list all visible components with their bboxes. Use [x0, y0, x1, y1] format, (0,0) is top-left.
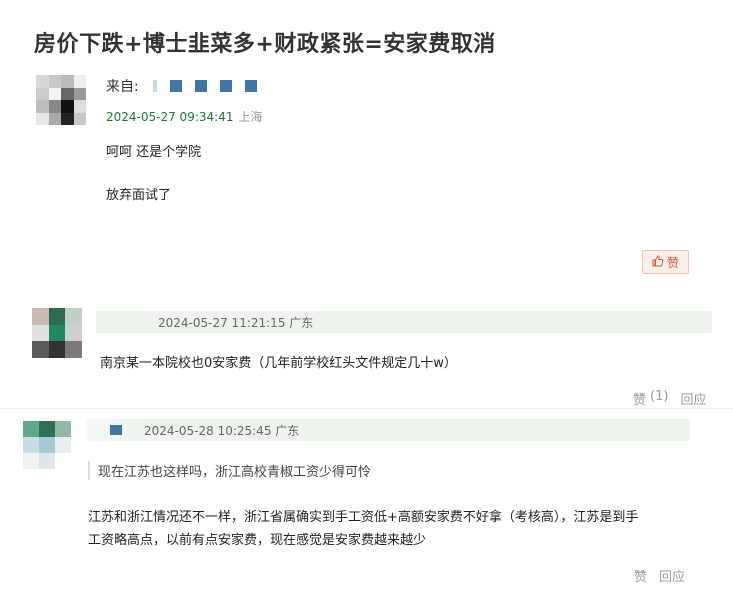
from-line: 来自: — [106, 76, 257, 96]
comment-avatar[interactable] — [32, 308, 82, 358]
comment-text: 南京某一本院校也0安家费（几年前学校红头文件规定几十w） — [100, 356, 457, 371]
from-label: 来自: — [106, 79, 139, 95]
reply-link[interactable]: 回应 — [680, 389, 706, 408]
post-meta: 2024-05-27 09:34:41 上海 — [106, 106, 263, 125]
page-title: 房价下跌+博士韭菜多+财政紧张=安家费取消 — [34, 32, 496, 57]
reply-link[interactable]: 回应 — [659, 566, 685, 585]
comment-timestamp: 2024-05-27 11:21:15 — [158, 316, 286, 330]
like-link[interactable]: 赞 — [634, 566, 647, 585]
comment-location: 广东 — [275, 424, 300, 438]
thumb-up-icon — [652, 254, 664, 270]
avatar[interactable] — [36, 75, 86, 125]
like-count: (1) — [650, 389, 669, 404]
author-name-redacted[interactable] — [152, 80, 257, 92]
like-link[interactable]: 赞 (1) — [633, 389, 668, 408]
comment-avatar[interactable] — [23, 421, 71, 469]
comment-meta: 2024-05-27 11:21:15 广东 — [158, 314, 313, 331]
post-location: 上海 — [238, 110, 263, 124]
comment-location: 广东 — [289, 316, 314, 330]
post-line-2: 放弃面试了 — [106, 188, 172, 203]
like-button[interactable]: 赞 — [642, 250, 689, 274]
comment-timestamp: 2024-05-28 10:25:45 — [144, 424, 272, 438]
comment-actions: 赞 (1) 回应 — [633, 389, 706, 408]
comment-text-line-2: 工资略高点，以前有点安家费，现在感觉是安家费越来越少 — [88, 533, 427, 548]
author-name-redacted[interactable] — [110, 425, 122, 435]
post-timestamp: 2024-05-27 09:34:41 — [106, 110, 234, 124]
comment-text-line-1: 江苏和浙江情况还不一样，浙江省属确实到手工资低+高额安家费不好拿（考核高），江苏… — [88, 510, 639, 525]
divider — [0, 408, 733, 409]
quoted-comment: 现在江苏也这样吗，浙江高校青椒工资少得可怜 — [88, 461, 371, 480]
like-label: 赞 — [666, 255, 679, 270]
like-label: 赞 — [633, 393, 647, 408]
post-line-1: 呵呵 还是个学院 — [106, 145, 202, 160]
comment-actions: 赞 回应 — [634, 566, 685, 585]
comment-meta: 2024-05-28 10:25:45 广东 — [144, 422, 299, 439]
